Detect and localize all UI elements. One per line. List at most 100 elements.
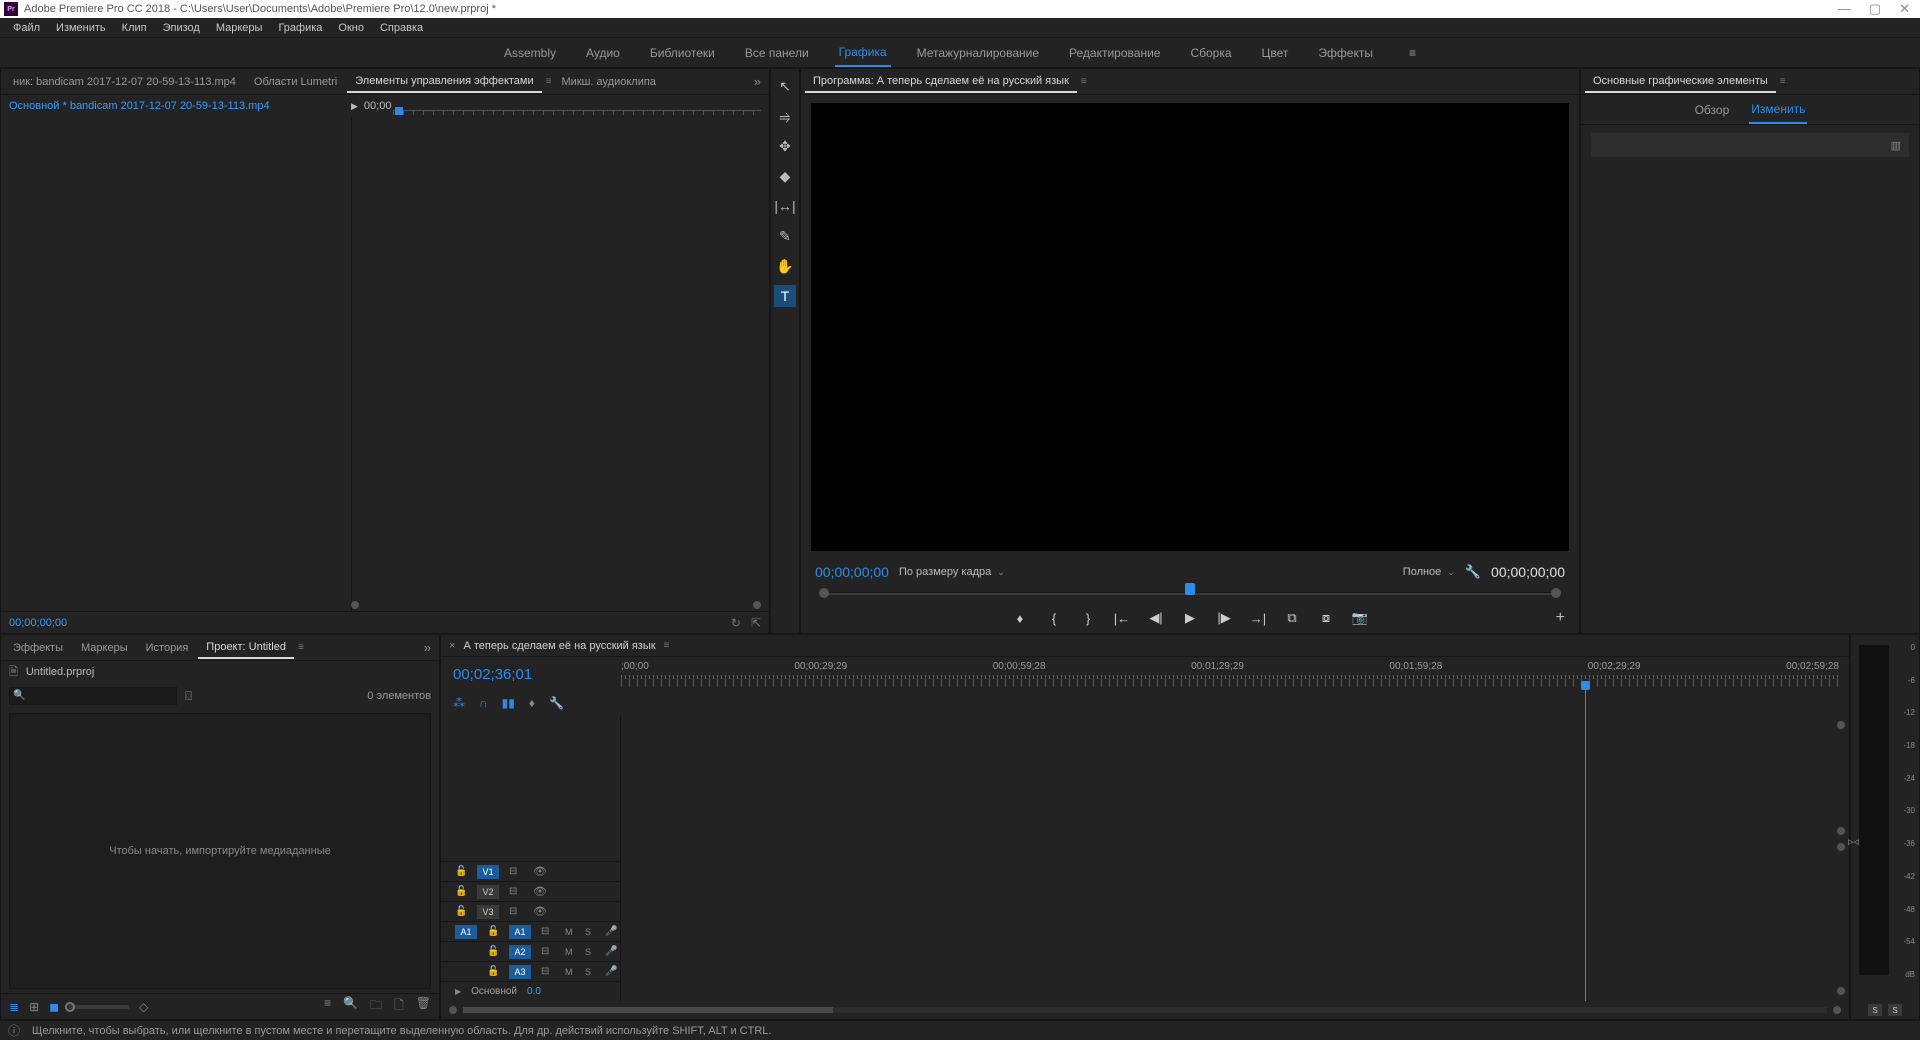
eye-icon[interactable]: 👁 — [533, 885, 547, 898]
effect-footer-timecode[interactable]: 00;00;00;00 — [9, 617, 349, 629]
workspace-Аудио[interactable]: Аудио — [582, 40, 624, 66]
razor-tool[interactable]: ◆ — [774, 165, 796, 187]
close-sequence-icon[interactable]: × — [449, 640, 455, 652]
hscroll-handle-icon[interactable] — [1833, 1006, 1841, 1014]
panel-menu-icon[interactable]: ≡ — [546, 76, 552, 87]
audio-track-header[interactable]: A1🔓A1⊟MS🎤 — [441, 921, 620, 941]
maximize-button[interactable]: ▢ — [1869, 1, 1881, 17]
fx-icon[interactable]: ⊟ — [509, 866, 523, 877]
workspace-Assembly[interactable]: Assembly — [500, 40, 560, 66]
new-bin-button[interactable]: 🗀 — [370, 996, 382, 1017]
program-timecode-right[interactable]: 00;00;00;00 — [1491, 564, 1565, 580]
video-track-header[interactable]: 🔓V3⊟👁 — [441, 901, 620, 921]
menu-Справка[interactable]: Справка — [373, 20, 430, 36]
step-forward-button[interactable]: |▶ — [1215, 610, 1233, 626]
track-toggle[interactable]: A3 — [509, 965, 531, 979]
extract-button[interactable]: ⧇ — [1317, 610, 1335, 626]
new-item-button[interactable]: 🗋 — [394, 996, 404, 1017]
project-search-input[interactable] — [9, 687, 177, 705]
solo-button[interactable]: S — [585, 947, 595, 957]
solo-left-button[interactable]: S — [1868, 1004, 1882, 1016]
menu-Изменить[interactable]: Изменить — [49, 20, 113, 36]
effect-playhead-icon[interactable] — [395, 107, 403, 115]
menu-Графика[interactable]: Графика — [271, 20, 329, 36]
video-track-header[interactable]: 🔓V2⊟👁 — [441, 881, 620, 901]
project-tab[interactable]: Эффекты — [5, 638, 71, 658]
timeline-hscroll[interactable] — [463, 1007, 1827, 1013]
menu-Окно[interactable]: Окно — [331, 20, 371, 36]
minimize-button[interactable]: — — [1838, 1, 1851, 17]
program-tab[interactable]: Программа: А теперь сделаем её на русски… — [805, 71, 1077, 93]
master-track-header[interactable]: ▶Основной0.0 — [441, 981, 620, 1001]
export-frame-button[interactable]: 📷 — [1351, 610, 1369, 626]
marker-icon[interactable]: ♦ — [529, 696, 535, 710]
linked-selection-icon[interactable]: ∩ — [479, 696, 488, 710]
panel-overflow-icon[interactable]: » — [420, 640, 435, 655]
mute-button[interactable]: M — [565, 947, 575, 957]
fx-icon[interactable]: ⊟ — [509, 886, 523, 897]
disclosure-triangle-icon[interactable]: ▶ — [351, 101, 358, 112]
mute-button[interactable]: M — [565, 967, 575, 977]
track-select-tool[interactable]: ⥤ — [774, 105, 796, 127]
playback-quality-dropdown[interactable]: Полное⌄ — [1403, 566, 1455, 578]
voiceover-icon[interactable]: 🎤 — [605, 946, 617, 957]
zoom-fit-dropdown[interactable]: По размеру кадра⌄ — [899, 566, 1005, 578]
step-back-button[interactable]: ◀| — [1147, 610, 1165, 626]
eye-icon[interactable]: 👁 — [533, 905, 547, 918]
solo-right-button[interactable]: S — [1888, 1004, 1902, 1016]
voiceover-icon[interactable]: 🎤 — [605, 966, 617, 977]
mute-button[interactable]: M — [565, 927, 575, 937]
scroll-handle-icon[interactable] — [351, 601, 359, 609]
icon-view-button[interactable]: ⊞ — [29, 1000, 39, 1014]
loop-icon[interactable]: ↻ — [731, 616, 741, 630]
go-to-out-button[interactable]: →| — [1249, 611, 1267, 626]
new-layer-icon[interactable]: ▥ — [1891, 139, 1901, 152]
type-tool[interactable]: T — [774, 285, 796, 307]
video-track-header[interactable]: 🔓V1⊟👁 — [441, 861, 620, 881]
ec-tab[interactable]: Области Lumetri — [246, 72, 345, 92]
menu-Файл[interactable]: Файл — [6, 20, 47, 36]
hscroll-handle-icon[interactable] — [449, 1006, 457, 1014]
eye-icon[interactable]: 👁 — [533, 865, 547, 878]
track-toggle[interactable]: V3 — [477, 905, 499, 919]
snap-icon[interactable]: ⁂ — [453, 696, 465, 710]
eg-tab-Обзор[interactable]: Обзор — [1693, 97, 1732, 123]
selection-tool[interactable]: ↖ — [774, 75, 796, 97]
thumbnail-size-slider[interactable] — [69, 1005, 129, 1009]
fx-icon[interactable]: ⊟ — [541, 926, 555, 937]
lock-icon[interactable]: 🔓 — [487, 966, 499, 977]
audio-track-header[interactable]: 🔓A2⊟MS🎤 — [441, 941, 620, 961]
workspace-Редактирование[interactable]: Редактирование — [1065, 40, 1164, 66]
project-tab[interactable]: История — [138, 638, 197, 658]
timeline-content[interactable]: ▹◃ — [621, 715, 1849, 1001]
workspace-Библиотеки[interactable]: Библиотеки — [646, 40, 719, 66]
panel-overflow-icon[interactable]: » — [750, 74, 765, 89]
panel-menu-icon[interactable]: ≡ — [1780, 76, 1786, 87]
ripple-edit-tool[interactable]: ✥ — [774, 135, 796, 157]
auto-match-icon[interactable]: ≡ — [324, 996, 331, 1017]
delete-button[interactable]: 🗑 — [416, 996, 431, 1017]
vscroll-handle-icon[interactable] — [1837, 987, 1845, 995]
mark-in-button[interactable]: { — [1045, 611, 1063, 626]
lock-icon[interactable]: 🔓 — [487, 926, 499, 937]
program-scrub-bar[interactable] — [815, 585, 1565, 603]
workspace-Эффекты[interactable]: Эффекты — [1314, 40, 1377, 66]
slip-tool[interactable]: |↔| — [774, 195, 796, 217]
track-toggle[interactable]: V1 — [477, 865, 499, 879]
list-view-button[interactable]: ≣ — [9, 1000, 19, 1014]
mark-out-button[interactable]: } — [1079, 611, 1097, 626]
settings-wrench-icon[interactable]: 🔧 — [1465, 564, 1481, 580]
scroll-handle-icon[interactable] — [753, 601, 761, 609]
sort-icon[interactable]: ◇ — [139, 1000, 148, 1014]
project-bin-area[interactable]: Чтобы начать, импортируйте медиаданные — [9, 713, 431, 989]
panel-menu-icon[interactable]: ≡ — [664, 640, 670, 651]
solo-button[interactable]: S — [585, 927, 595, 937]
track-toggle[interactable]: A2 — [509, 945, 531, 959]
lift-button[interactable]: ⧉ — [1283, 610, 1301, 626]
fx-icon[interactable]: ⊟ — [541, 966, 555, 977]
menu-Маркеры[interactable]: Маркеры — [209, 20, 270, 36]
go-to-in-button[interactable]: |← — [1113, 611, 1131, 626]
timeline-settings-icon[interactable]: 🔧 — [549, 696, 564, 710]
freeform-view-button[interactable]: ◼ — [49, 1000, 59, 1014]
disclosure-icon[interactable]: ▶ — [455, 987, 461, 996]
